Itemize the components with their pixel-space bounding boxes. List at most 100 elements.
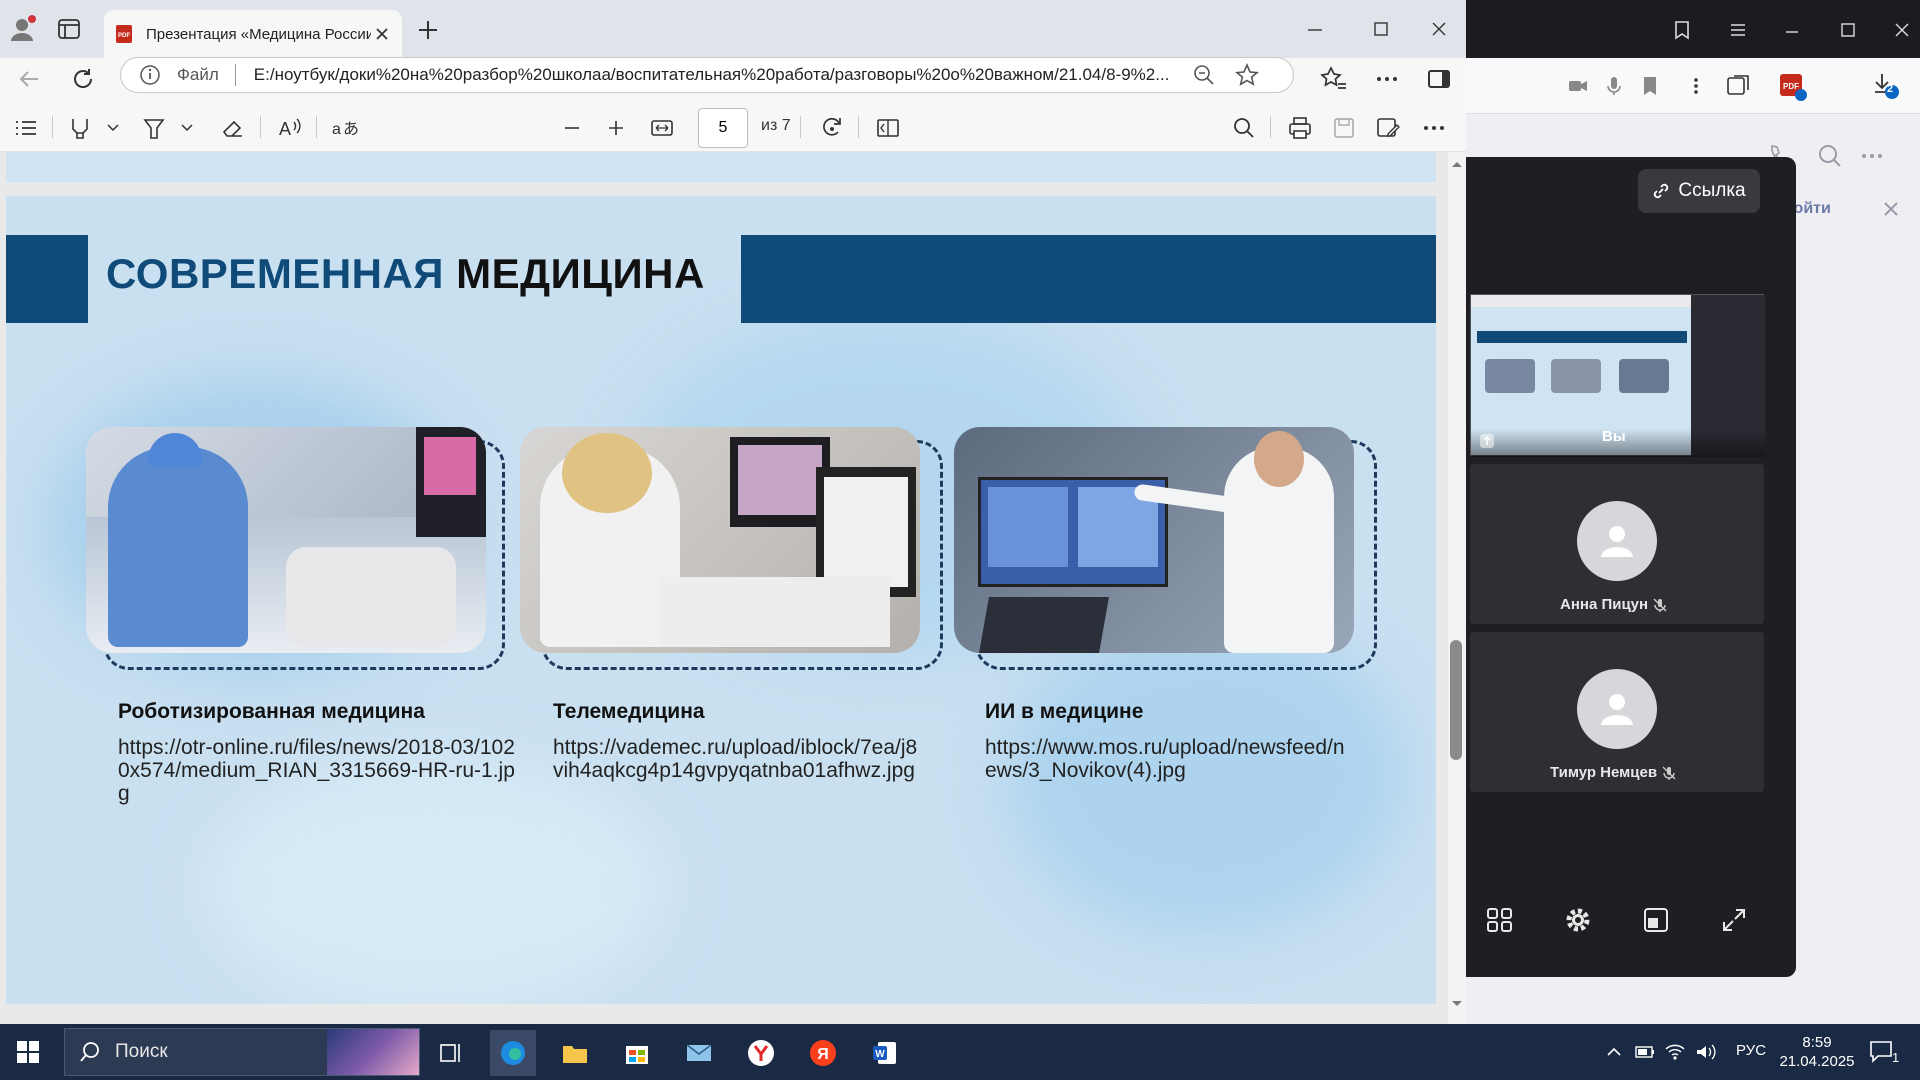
settings-gear-icon[interactable] (1558, 900, 1598, 940)
background-bookmarks-icon[interactable] (1662, 10, 1702, 50)
chevron-down-icon[interactable] (104, 118, 122, 136)
save-as-icon[interactable] (1374, 114, 1402, 142)
rotate-icon[interactable] (818, 114, 846, 142)
svg-text:あ: あ (343, 120, 359, 138)
more-horizontal-icon[interactable] (1858, 142, 1886, 170)
grid-layout-icon[interactable] (1480, 900, 1520, 940)
pdf-extension-icon[interactable]: PDF (1776, 70, 1808, 102)
svg-text:Я: Я (817, 1046, 829, 1063)
page-total-label: из 7 (761, 117, 791, 134)
picture-in-picture-icon[interactable] (1636, 900, 1676, 940)
zoom-out-icon[interactable] (1192, 63, 1216, 87)
camera-icon[interactable] (1566, 74, 1590, 98)
print-icon[interactable] (1286, 114, 1314, 142)
surgeon-cap (148, 433, 202, 467)
new-tab-icon[interactable] (414, 16, 442, 44)
store-icon[interactable] (614, 1030, 660, 1076)
scrollbar-track[interactable] (1448, 152, 1466, 1024)
notifications-icon[interactable]: 1 (1868, 1038, 1908, 1070)
copy-link-button[interactable]: Ссылка (1638, 169, 1760, 213)
scroll-down-icon[interactable] (1448, 996, 1466, 1012)
url-scheme-label: Файл (177, 65, 219, 84)
word-icon[interactable]: W (862, 1030, 908, 1076)
clock[interactable]: 8:59 21.04.2025 (1776, 1033, 1858, 1071)
minimize-icon[interactable] (1300, 14, 1330, 44)
svg-text:PDF: PDF (118, 33, 130, 39)
save-icon[interactable] (1330, 114, 1358, 142)
tray-chevron-icon[interactable] (1604, 1042, 1624, 1062)
close-icon[interactable] (1881, 199, 1901, 219)
collections-icon[interactable] (1724, 72, 1752, 100)
edge-taskbar-icon[interactable] (490, 1030, 536, 1076)
draw-icon[interactable] (140, 114, 168, 142)
microphone-icon[interactable] (1602, 74, 1626, 98)
search-placeholder: Поиск (115, 1041, 168, 1062)
more-options-icon[interactable] (1420, 114, 1448, 142)
participant-tile[interactable]: Тимур Немцев (1470, 632, 1764, 792)
background-minimize-icon[interactable] (1772, 10, 1812, 50)
favorite-star-icon[interactable] (1234, 62, 1260, 88)
translate-icon[interactable]: aあ (330, 114, 360, 142)
read-aloud-icon[interactable]: A (276, 114, 304, 142)
sidebar-toggle-icon[interactable] (1424, 64, 1454, 94)
info-icon[interactable] (139, 64, 161, 86)
fit-page-icon[interactable] (648, 114, 676, 142)
participant-tile[interactable]: Анна Пицун (1470, 464, 1764, 624)
zoom-plus-icon[interactable] (602, 114, 630, 142)
pin-icon[interactable] (1479, 433, 1495, 449)
zoom-minus-icon[interactable] (558, 114, 586, 142)
task-view-icon[interactable] (428, 1030, 474, 1076)
close-window-icon[interactable] (1424, 14, 1454, 44)
link-telemedicine[interactable]: https://vademec.ru/upload/iblock/7ea/j8v… (553, 736, 923, 782)
favorites-icon[interactable] (1318, 64, 1348, 94)
volume-icon[interactable] (1694, 1042, 1716, 1062)
address-bar[interactable]: Файл E:/ноутбук/доки%20на%20разбор%20шко… (120, 57, 1294, 93)
more-vertical-icon[interactable] (1684, 74, 1708, 98)
refresh-icon[interactable] (68, 64, 98, 94)
user-icon (1601, 694, 1633, 725)
self-video-thumb-2 (1551, 359, 1601, 393)
file-explorer-icon[interactable] (552, 1030, 598, 1076)
wifi-icon[interactable] (1664, 1042, 1686, 1062)
profile-icon[interactable] (8, 14, 38, 44)
chevron-down-icon[interactable] (178, 118, 196, 136)
downloads-icon[interactable]: 2 (1870, 70, 1900, 100)
start-button[interactable] (0, 1024, 56, 1080)
scrollbar-thumb[interactable] (1450, 640, 1462, 760)
taskbar-search[interactable]: Поиск (64, 1028, 420, 1076)
eraser-icon[interactable] (218, 114, 246, 142)
yandex-icon[interactable]: Я (800, 1030, 846, 1076)
back-icon[interactable] (14, 64, 44, 94)
page-view-icon[interactable] (874, 114, 902, 142)
yandex-browser-icon[interactable] (738, 1030, 784, 1076)
find-icon[interactable] (1230, 114, 1258, 142)
highlight-icon[interactable] (66, 114, 94, 142)
tab-active[interactable]: PDF Презентация «Медицина России» (104, 10, 402, 58)
search-icon[interactable] (1816, 142, 1844, 170)
settings-more-icon[interactable] (1372, 64, 1402, 94)
screen-image (424, 437, 476, 495)
copy-link-label: Ссылка (1678, 180, 1746, 201)
ai-medicine-photo (954, 427, 1354, 653)
battery-icon[interactable] (1634, 1042, 1656, 1062)
contents-icon[interactable] (12, 114, 40, 142)
slide-title: СОВРЕМЕННАЯ МЕДИЦИНА (106, 250, 705, 298)
scroll-up-icon[interactable] (1448, 156, 1466, 172)
link-robotic[interactable]: https://otr-online.ru/files/news/2018-03… (118, 736, 518, 805)
background-maximize-icon[interactable] (1828, 10, 1868, 50)
background-close-icon[interactable] (1882, 10, 1920, 50)
mail-icon[interactable] (676, 1030, 722, 1076)
maximize-icon[interactable] (1366, 14, 1396, 44)
bookmark-icon[interactable] (1638, 74, 1662, 98)
background-menu-icon[interactable] (1718, 10, 1758, 50)
toolbar-divider (1270, 116, 1271, 138)
tab-bar: PDF Презентация «Медицина России» (0, 0, 1466, 58)
tab-close-icon[interactable] (372, 24, 392, 44)
page-number-input[interactable] (698, 108, 748, 148)
tab-actions-icon[interactable] (56, 16, 82, 42)
link-ai[interactable]: https://www.mos.ru/upload/newsfeed/news/… (985, 736, 1355, 782)
fullscreen-icon[interactable] (1714, 900, 1754, 940)
url-text[interactable]: E:/ноутбук/доки%20на%20разбор%20школаа/в… (254, 65, 1184, 85)
keyboard-language[interactable]: РУС (1736, 1042, 1766, 1059)
toolbar-divider (316, 116, 317, 138)
